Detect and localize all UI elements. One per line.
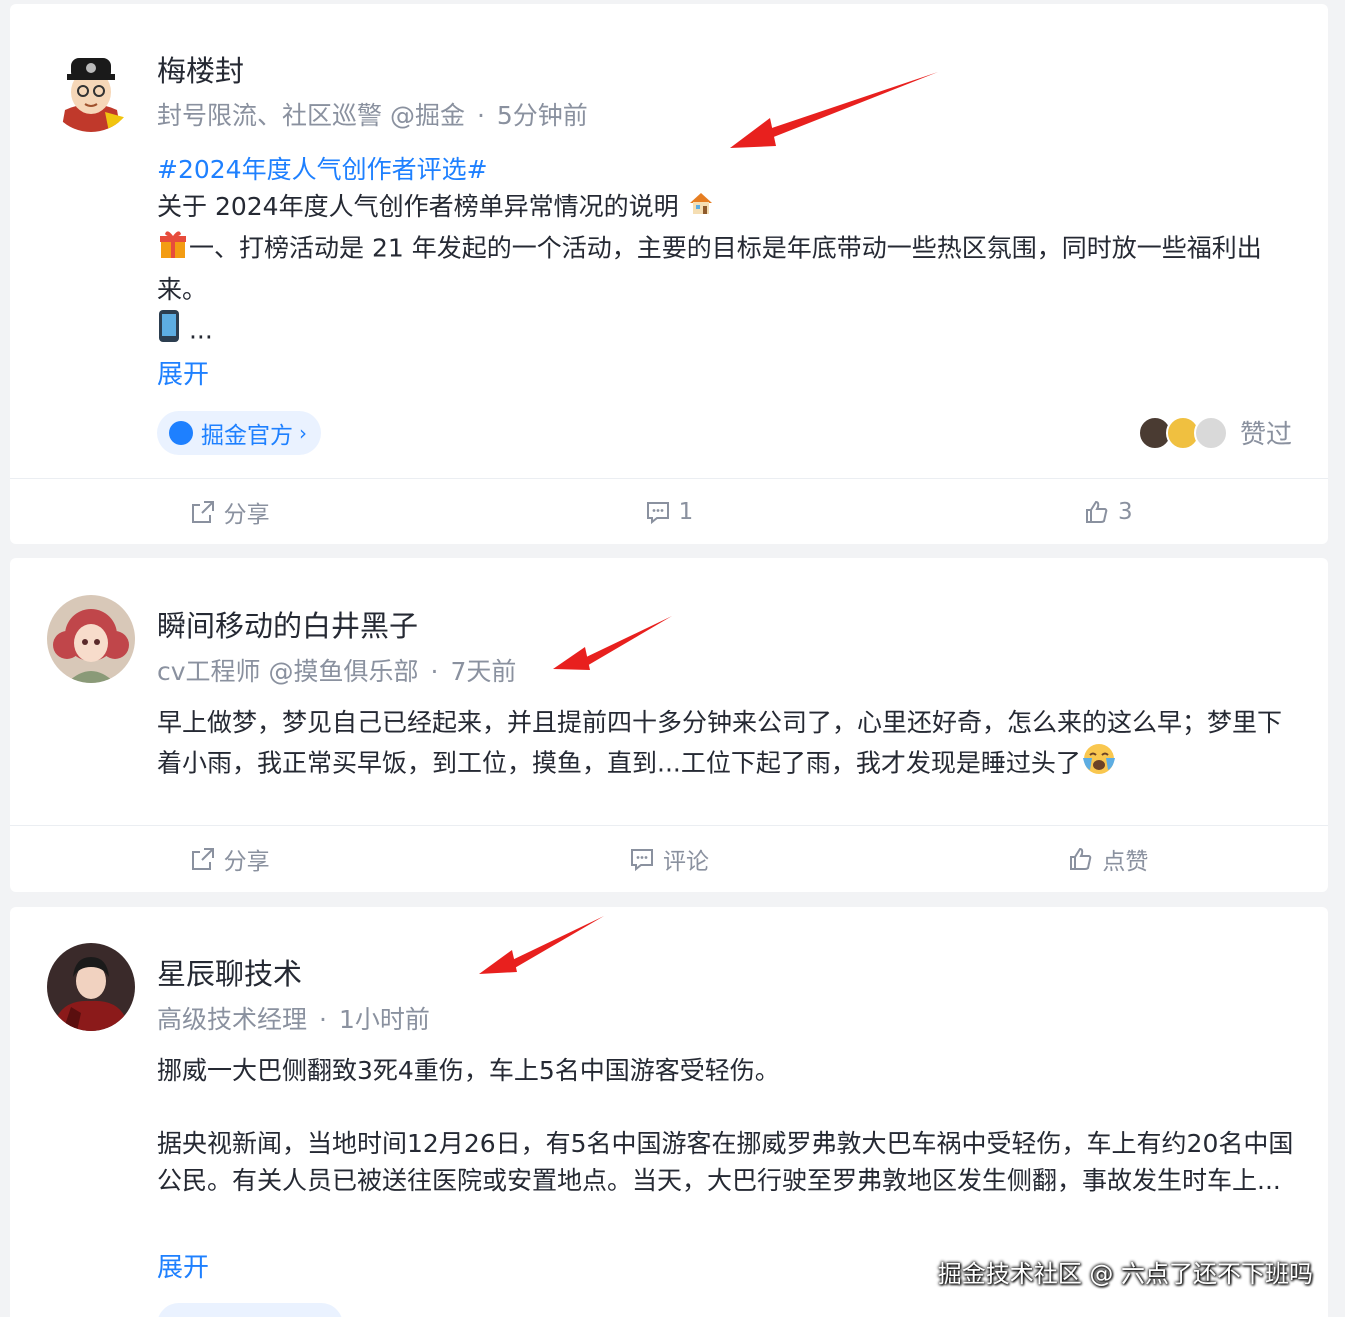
circle-tag[interactable]: 掘金官方 › [157,411,321,455]
content-line-2: 一、打榜活动是 21 年发起的一个活动，主要的目标是年底带动一些热区氛围，同时放… [157,228,1297,309]
circle-icon [169,421,193,445]
post-time: 7天前 [450,657,517,686]
author-avatar[interactable] [47,44,135,132]
action-bar: 分享 评论 点赞 [10,825,1328,891]
thumbs-up-icon [1070,847,1092,870]
post-card-2: 瞬间移动的白井黑子 cv工程师 @摸鱼俱乐部 · 7天前 早上做梦，梦见自己已经起来… [10,558,1328,892]
share-icon [191,500,214,523]
post-content: 据央视新闻，当地时间12月26日，有5名中国游客在挪威罗弗敦大巴车祸中受轻伤，车… [157,1129,1294,1195]
crying-face-icon [1081,742,1117,787]
comment-button[interactable]: 评论 [449,826,888,891]
share-button[interactable]: 分享 [10,826,449,891]
circle-tag[interactable] [157,1303,343,1317]
author-avatar[interactable] [47,943,135,1031]
expand-link[interactable]: 展开 [157,354,209,391]
chevron-right-icon: › [299,421,307,445]
post-content: 关于 2024年度人气创作者榜单异常情况的说明 一、打榜活动是 21 年发起的一… [157,188,1297,354]
house-icon [687,189,715,228]
share-button[interactable]: 分享 [10,479,449,544]
gift-icon [157,228,189,271]
post-time: 5分钟前 [496,101,588,130]
topic-link[interactable]: #2024年度人气创作者评选# [157,150,488,186]
like-button[interactable]: 3 [889,479,1328,544]
post-time: 1小时前 [338,1005,430,1034]
comment-button[interactable]: 1 [449,479,888,544]
share-icon [191,847,214,870]
post-content: 早上做梦，梦见自己已经起来，并且提前四十多分钟来公司了，心里还好奇，怎么来的这么… [157,704,1297,787]
author-meta: 高级技术经理 · 1小时前 [157,1000,430,1036]
meta-separator: · [430,657,439,686]
thumbs-up-icon [1086,500,1108,523]
liked-label: 赞过 [1239,420,1292,450]
author-name[interactable]: 瞬间移动的白井黑子 [157,603,418,645]
meta-separator: · [319,1005,327,1034]
author-avatar[interactable] [47,595,135,683]
comment-icon [630,848,653,871]
comment-icon [646,501,669,524]
author-title: 封号限流、社区巡警 @掘金 [157,101,465,130]
watermark: 掘金技术社区 @ 六点了还不下班吗 [937,1260,1313,1288]
post-headline: 挪威一大巴侧翻致3死4重伤，车上5名中国游客受轻伤。 [157,1056,780,1085]
meta-separator: · [476,101,485,130]
content-line-3: ... [157,309,1297,354]
author-meta: cv工程师 @摸鱼俱乐部 · 7天前 [157,652,516,688]
expand-link[interactable]: 展开 [157,1247,209,1284]
content-line-1: 关于 2024年度人气创作者榜单异常情况的说明 [157,188,1297,228]
author-title: cv工程师 @摸鱼俱乐部 [157,657,419,686]
post-card-1: 梅楼封 封号限流、社区巡警 @掘金 · 5分钟前 #2024年度人气创作者评选# 关… [10,4,1328,544]
author-title: 高级技术经理 [157,1005,308,1034]
author-meta: 封号限流、社区巡警 @掘金 · 5分钟前 [157,96,588,132]
action-bar: 分享 1 3 [10,478,1328,544]
author-name[interactable]: 星辰聊技术 [157,951,302,993]
author-name[interactable]: 梅楼封 [157,48,244,90]
phone-icon [157,309,181,354]
liker-avatar [1193,415,1228,450]
liked-users[interactable]: 赞过 [1137,414,1292,451]
like-button[interactable]: 点赞 [889,826,1328,891]
circle-tag-label: 掘金官方 [201,423,293,449]
